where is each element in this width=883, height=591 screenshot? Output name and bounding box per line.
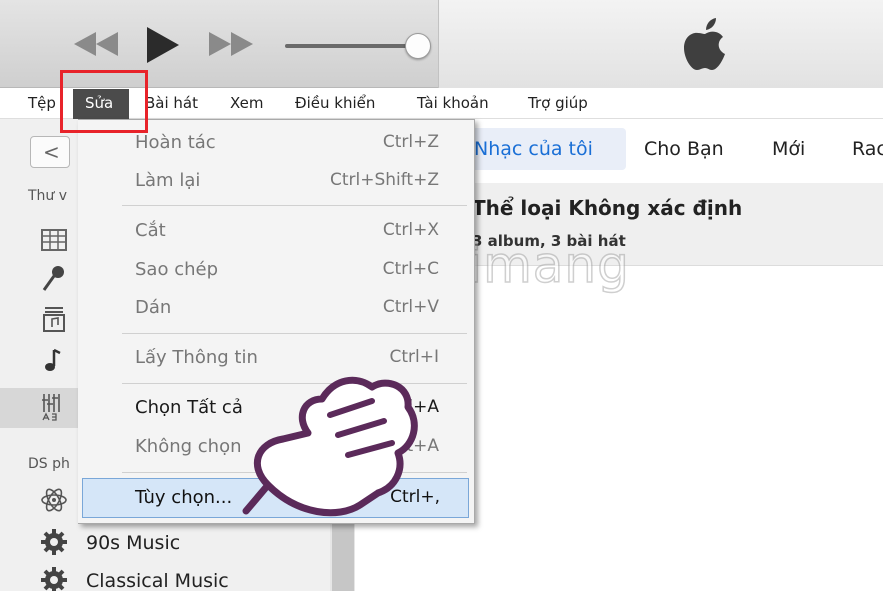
- volume-knob[interactable]: [405, 33, 431, 59]
- menu-item-label: Tùy chọn...: [135, 487, 233, 508]
- playlists-section-label: DS ph: [28, 456, 70, 472]
- menu-file[interactable]: Tệp: [28, 94, 56, 112]
- menu-item-shortcut: Ctrl+I: [389, 347, 439, 367]
- playlist-classical-music[interactable]: Classical Music: [86, 570, 229, 591]
- menu-item-undo[interactable]: Hoàn tác Ctrl+Z: [114, 126, 469, 162]
- genres-icon: [40, 392, 68, 421]
- menu-account[interactable]: Tài khoản: [417, 94, 489, 112]
- tab-radio[interactable]: Rac: [852, 138, 883, 160]
- menu-item-shortcut: Ctrl+X: [382, 220, 439, 240]
- apple-logo-icon: [681, 17, 729, 79]
- play-icon: [147, 27, 179, 63]
- fast-forward-icon: [209, 32, 253, 56]
- chevron-left-icon: <: [43, 140, 60, 164]
- calendar-grid-icon[interactable]: [40, 226, 68, 254]
- menu-separator: [122, 205, 467, 206]
- menu-item-shortcut: Ctrl+V: [382, 297, 439, 317]
- fast-forward-button[interactable]: [205, 30, 255, 58]
- menu-item-label: Chọn Tất cả: [135, 397, 243, 418]
- menu-item-label: Sao chép: [135, 259, 218, 280]
- library-section-label: Thư v: [28, 188, 68, 204]
- menu-item-paste[interactable]: Dán Ctrl+V: [114, 291, 469, 327]
- menu-item-label: Làm lại: [135, 170, 201, 191]
- menu-controls[interactable]: Điều khiển: [295, 94, 375, 112]
- menu-separator: [122, 333, 467, 334]
- menu-item-redo[interactable]: Làm lại Ctrl+Shift+Z: [114, 164, 469, 200]
- menu-item-label: Dán: [135, 297, 172, 318]
- menu-item-shortcut: Ctrl+Z: [382, 132, 439, 152]
- menu-view[interactable]: Xem: [230, 94, 263, 112]
- status-display: [438, 0, 883, 88]
- playlist-90s-music[interactable]: 90s Music: [86, 532, 180, 554]
- tab-for-you[interactable]: Cho Bạn: [644, 138, 724, 160]
- back-button[interactable]: <: [30, 136, 70, 168]
- menu-item-label: Không chọn: [135, 436, 242, 457]
- menu-item-shortcut: Ctrl+Shift+Z: [329, 170, 439, 190]
- album-icon[interactable]: [40, 305, 68, 333]
- pointing-hand-icon: [238, 365, 428, 525]
- genius-atom-icon[interactable]: [40, 486, 68, 514]
- menu-help[interactable]: Trợ giúp: [528, 94, 588, 112]
- highlight-box: [60, 70, 148, 133]
- tab-my-music-label: Nhạc của tôi: [474, 138, 593, 160]
- music-note-icon[interactable]: [40, 346, 68, 374]
- menu-icon-gutter: [78, 120, 114, 523]
- microphone-icon[interactable]: [40, 264, 68, 292]
- rewind-button[interactable]: [72, 30, 122, 58]
- rewind-icon: [74, 32, 118, 56]
- volume-slider[interactable]: [285, 44, 420, 48]
- menu-songs[interactable]: Bài hát: [145, 94, 198, 112]
- menu-item-shortcut: Ctrl+C: [382, 259, 439, 279]
- menu-item-copy[interactable]: Sao chép Ctrl+C: [114, 253, 469, 289]
- menu-item-cut[interactable]: Cắt Ctrl+X: [114, 214, 469, 250]
- menu-item-label: Hoàn tác: [135, 132, 216, 153]
- play-button[interactable]: [143, 25, 183, 65]
- smart-playlist-gear-icon: [40, 528, 68, 556]
- smart-playlist-gear-icon: [40, 566, 68, 591]
- tab-new[interactable]: Mới: [772, 138, 805, 160]
- menu-item-label: Cắt: [135, 220, 166, 241]
